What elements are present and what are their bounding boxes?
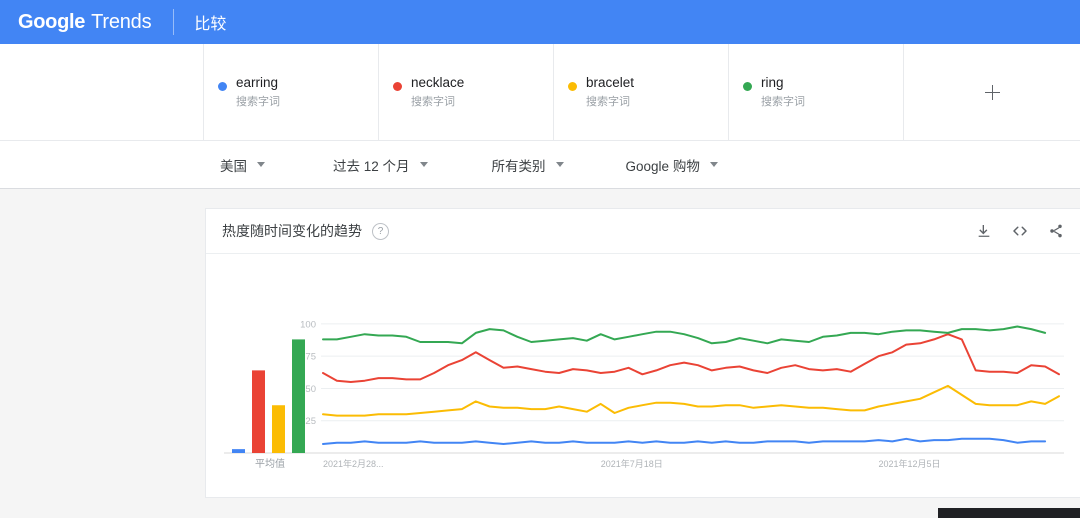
y-axis-tick-label: 25: [305, 416, 316, 427]
content-area: 热度随时间变化的趋势 ? 25 50 75 100 平均值 2021年2月28.…: [0, 189, 1080, 518]
term-type: 搜索字词: [586, 95, 630, 108]
filter-property-label: Google 购物: [625, 158, 700, 174]
term-type: 搜索字词: [411, 95, 455, 108]
filter-time-label: 过去 12 个月: [333, 158, 410, 174]
legend-dot-icon: [568, 81, 577, 91]
brand-trends-text: Trends: [91, 10, 152, 33]
chevron-down-icon: [709, 162, 718, 167]
filter-region-label: 美国: [220, 158, 247, 174]
search-terms-row: earring 搜索字词 necklace 搜索字词 bracelet 搜索字词…: [0, 44, 1080, 141]
app-header: Google Trends 比较: [0, 0, 1080, 44]
filter-category-label: 所有类别: [491, 158, 546, 174]
card-actions: [975, 222, 1065, 240]
term-type: 搜索字词: [236, 95, 280, 108]
term-type: 搜索字词: [761, 95, 805, 108]
x-axis-tick-label: 2021年2月28...: [323, 458, 384, 469]
legend-dot-icon: [218, 81, 227, 91]
term-card-earring[interactable]: earring 搜索字词: [204, 44, 379, 140]
bottom-dark-overlay: [938, 508, 1080, 518]
average-bar[interactable]: [292, 339, 305, 453]
card-title: 热度随时间变化的趋势: [222, 223, 362, 239]
average-bar-caption: 平均值: [255, 457, 285, 470]
y-axis-tick-label: 100: [300, 319, 316, 330]
chevron-down-icon: [257, 162, 265, 167]
term-name: earring: [236, 75, 279, 91]
term-name: ring: [761, 75, 784, 91]
x-axis-tick-label: 2021年12月5日: [878, 458, 940, 469]
terms-left-spacer: [0, 44, 204, 140]
filter-bar: 美国 过去 12 个月 所有类别 Google 购物: [0, 141, 1080, 189]
chart-area[interactable]: 25 50 75 100 平均值 2021年2月28... 2021年7月18日 2021年1…: [206, 254, 1080, 499]
chevron-down-icon: [419, 162, 428, 167]
trend-line-earring[interactable]: [322, 437, 1047, 445]
term-card-necklace[interactable]: necklace 搜索字词: [379, 44, 554, 140]
term-name: bracelet: [586, 75, 635, 91]
trend-line-bracelet[interactable]: [322, 384, 1060, 417]
trends-chart[interactable]: 25 50 75 100 平均值 2021年2月28... 2021年7月18日 2021年1…: [206, 254, 1080, 499]
download-icon[interactable]: [975, 222, 993, 240]
add-term-button[interactable]: [904, 44, 1080, 140]
term-name: necklace: [411, 75, 465, 91]
average-bar[interactable]: [232, 449, 245, 453]
embed-code-icon[interactable]: [1011, 222, 1029, 240]
help-circle-icon[interactable]: ?: [372, 222, 389, 240]
header-divider: [173, 9, 175, 35]
page-bottom-edge: [0, 507, 1080, 518]
filter-time-range[interactable]: 过去 12 个月: [333, 155, 428, 175]
legend-dot-icon: [393, 81, 402, 91]
filter-region[interactable]: 美国: [220, 155, 265, 175]
card-header: 热度随时间变化的趋势 ?: [206, 209, 1080, 254]
term-card-ring[interactable]: ring 搜索字词: [729, 44, 904, 140]
y-axis-tick-label: 50: [305, 384, 316, 395]
chevron-down-icon: [555, 162, 564, 167]
header-section-title: 比较: [194, 16, 227, 33]
legend-dot-icon: [743, 81, 752, 91]
brand-logo[interactable]: Google Trends: [18, 10, 152, 34]
interest-over-time-card: 热度随时间变化的趋势 ? 25 50 75 100 平均值 2021年2月28.…: [205, 208, 1080, 498]
trend-line-ring[interactable]: [322, 325, 1047, 345]
brand-google-text: Google: [18, 10, 86, 33]
google-trends-page: Google Trends 比较 earring 搜索字词 necklace 搜…: [0, 0, 1080, 518]
filter-property[interactable]: Google 购物: [626, 155, 718, 175]
filter-category[interactable]: 所有类别: [492, 155, 564, 175]
plus-icon: [984, 84, 1000, 100]
y-axis-tick-label: 75: [305, 352, 316, 363]
share-icon[interactable]: [1047, 222, 1065, 240]
x-axis-tick-label: 2021年7月18日: [601, 458, 663, 469]
average-bar[interactable]: [252, 370, 265, 453]
average-bar[interactable]: [272, 405, 285, 453]
term-card-bracelet[interactable]: bracelet 搜索字词: [554, 44, 729, 140]
